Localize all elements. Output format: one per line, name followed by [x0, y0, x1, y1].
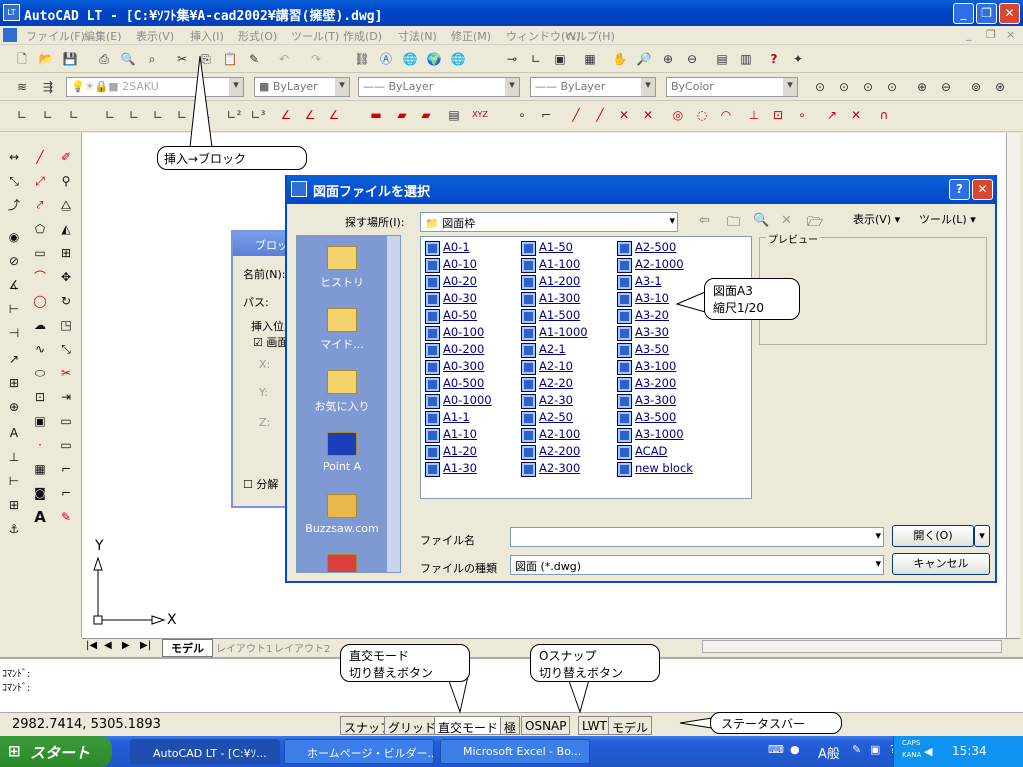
task-excel[interactable]: Microsoft Excel - Bo...	[440, 739, 590, 764]
callout-insert-block: 挿入→ブロック	[157, 146, 307, 170]
task-autocad-label: AutoCAD LT - [C:¥ｿ...	[153, 747, 267, 760]
task-autocad[interactable]: AutoCAD LT - [C:¥ｿ...	[130, 739, 280, 764]
callout-statusbar: ステータスバー	[710, 712, 842, 734]
ime-tools-icon[interactable]: ✎	[852, 743, 861, 756]
task-excel-label: Microsoft Excel - Bo...	[463, 745, 582, 758]
task-homepage-builder[interactable]: ホームページ・ビルダー...	[284, 739, 434, 764]
task-homepage-builder-label: ホームページ・ビルダー...	[307, 747, 434, 760]
callout-sheet: 図面A3 縮尺1/20	[704, 278, 800, 320]
kana-indicator: KANA	[902, 751, 922, 759]
ime-icon[interactable]: ●	[790, 743, 800, 756]
clock: 15:34	[952, 744, 987, 758]
start-button[interactable]: ⊞ スタート	[0, 736, 112, 767]
caps-indicator: CAPS	[902, 739, 921, 747]
callout-osnap: Oスナップ 切り替えボタン	[530, 644, 660, 682]
system-tray: CAPS KANA ◀ 15:34	[893, 736, 1023, 767]
callout-ortho: 直交モード 切り替えボタン	[340, 644, 470, 682]
taskbar: ⊞ スタート AutoCAD LT - [C:¥ｿ... ホームページ・ビルダー.…	[0, 736, 1023, 767]
start-label: スタート	[30, 744, 91, 762]
tray-expand-icon[interactable]: ◀	[924, 745, 932, 758]
keyboard-icon[interactable]: ⌨	[768, 743, 784, 756]
ime-mode[interactable]: A般	[818, 743, 840, 762]
ime-pad-icon[interactable]: ▣	[870, 743, 880, 756]
windows-logo-icon: ⊞	[8, 742, 21, 760]
callout-pointers	[189, 55, 713, 729]
